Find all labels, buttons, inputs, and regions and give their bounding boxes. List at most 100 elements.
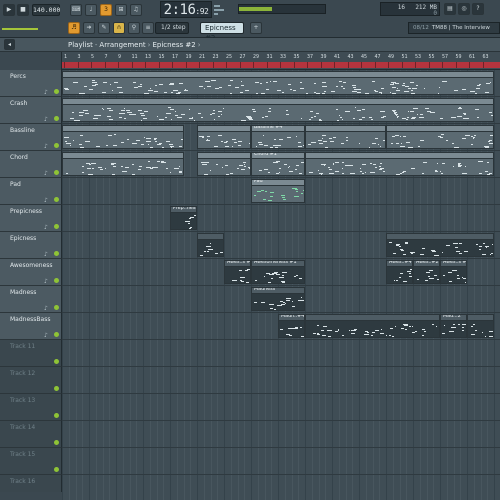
clip-header[interactable]: Bassline #4 <box>252 126 304 132</box>
clip-header[interactable] <box>198 126 250 132</box>
cpu-graph-icon[interactable]: ▤ <box>444 3 456 15</box>
pattern-clip[interactable] <box>467 314 494 338</box>
track-header[interactable]: Percs ♪ <box>0 70 62 97</box>
snap-selector[interactable]: 1/2 step <box>155 22 189 34</box>
track-header[interactable]: MadnessBass ♪ <box>0 313 62 340</box>
track-mute-led-icon[interactable] <box>54 224 59 229</box>
master-volume-meter[interactable] <box>238 4 326 14</box>
magnet-snap-icon[interactable]: ∩ <box>113 22 125 34</box>
pattern-clip[interactable]: Madn..#4 <box>278 314 305 338</box>
track-mute-led-icon[interactable] <box>54 467 59 472</box>
clip-header[interactable] <box>63 126 183 132</box>
draw-tool-icon[interactable]: ✎ <box>98 22 110 34</box>
arrow-tool-icon[interactable]: ➜ <box>83 22 95 34</box>
pattern-clip[interactable] <box>197 125 251 149</box>
clip-header[interactable] <box>63 72 493 78</box>
transport-play-icon[interactable]: ▶ <box>3 4 15 16</box>
track-mute-led-icon[interactable] <box>54 332 59 337</box>
clip-header[interactable] <box>198 153 250 159</box>
time-format-icon[interactable] <box>214 3 234 15</box>
metronome-icon[interactable]: ♩ <box>85 4 97 16</box>
track-header[interactable]: Chord ♪ <box>0 151 62 178</box>
clip-header[interactable] <box>198 234 223 240</box>
pattern-clip[interactable] <box>62 125 184 149</box>
clip-header[interactable]: Awes..#4 <box>387 261 412 267</box>
pattern-clip[interactable]: Awesomeness #1 <box>251 260 305 284</box>
track-header[interactable]: Epicness ♪ <box>0 232 62 259</box>
menu-icon[interactable]: ≡ <box>142 22 154 34</box>
pattern-clip[interactable]: Bassline #4 <box>251 125 305 149</box>
clip-header[interactable] <box>306 315 439 321</box>
help-icon[interactable]: ? <box>472 3 484 15</box>
pattern-clip[interactable] <box>197 233 224 257</box>
clip-header[interactable] <box>63 99 493 105</box>
breadcrumb-root[interactable]: Playlist <box>68 41 93 49</box>
tempo-display[interactable]: 140.000 <box>32 4 60 16</box>
track-mute-led-icon[interactable] <box>54 143 59 148</box>
clip-header[interactable]: Madness <box>252 288 304 294</box>
pattern-clip[interactable] <box>197 152 251 176</box>
playlist-menu-icon[interactable]: ◂ <box>4 39 15 50</box>
pattern-clip[interactable]: Awes..s #1 <box>224 260 251 284</box>
clip-header[interactable]: Awesomeness #1 <box>252 261 304 267</box>
clip-header[interactable] <box>63 153 183 159</box>
clip-header[interactable]: Madn..#4 <box>279 315 304 321</box>
pattern-clip[interactable]: Chord #1 <box>251 152 305 176</box>
clip-header[interactable] <box>306 153 493 159</box>
clip-header[interactable]: Awes..s #1 <box>225 261 250 267</box>
track-mute-led-icon[interactable] <box>54 251 59 256</box>
transport-stop-icon[interactable]: ■ <box>17 4 29 16</box>
add-pattern-icon[interactable]: + <box>250 22 262 34</box>
clip-header[interactable]: Mad...2 <box>441 315 466 321</box>
track-header[interactable]: Awesomeness ♪ <box>0 259 62 286</box>
pattern-clip[interactable] <box>62 71 494 95</box>
timeline-bar[interactable] <box>62 62 500 68</box>
pattern-clip[interactable] <box>386 125 494 149</box>
clip-header[interactable]: Pad <box>252 180 304 186</box>
track-mute-led-icon[interactable] <box>54 278 59 283</box>
track-header[interactable]: Track 12 <box>0 367 62 394</box>
track-header[interactable]: Madness ♪ <box>0 286 62 313</box>
clip-header[interactable] <box>468 315 493 321</box>
clip-header[interactable]: Awes..s #3 <box>441 261 466 267</box>
track-mute-led-icon[interactable] <box>54 116 59 121</box>
pattern-clip[interactable] <box>305 125 386 149</box>
playlist-grid[interactable]: Bassline #4 Chord #1 Pad Prep..ness Awes..s … <box>62 70 500 500</box>
pattern-clip[interactable]: Awes..#2 <box>413 260 440 284</box>
track-mute-led-icon[interactable] <box>54 197 59 202</box>
track-header[interactable]: Pad ♪ <box>0 178 62 205</box>
pattern-clip[interactable]: Awes..#4 <box>386 260 413 284</box>
pattern-clip[interactable] <box>62 152 184 176</box>
track-header[interactable]: Track 14 <box>0 421 62 448</box>
pattern-clip[interactable]: Madness <box>251 287 305 311</box>
typing-keyboard-icon[interactable]: ⌨ <box>70 4 82 16</box>
pattern-clip[interactable] <box>386 233 494 257</box>
timeline-ruler[interactable]: 1 3 5 7 9 11 13 15 17 19 21 23 25 27 29 31 33 35 37 39 41 43 4… <box>62 52 500 70</box>
clip-header[interactable]: Chord #1 <box>252 153 304 159</box>
breadcrumb-pattern[interactable]: Epicness #2 <box>152 41 195 49</box>
pitch-knob-strip[interactable] <box>0 22 60 34</box>
track-header[interactable]: Crash ♪ <box>0 97 62 124</box>
track-header[interactable]: Track 11 <box>0 340 62 367</box>
pattern-clip[interactable] <box>305 314 440 338</box>
clip-header[interactable] <box>387 126 493 132</box>
online-icon[interactable]: ◎ <box>458 3 470 15</box>
breadcrumb-section[interactable]: Arrangement <box>99 41 145 49</box>
track-header[interactable]: Prepicness ♪ <box>0 205 62 232</box>
track-mute-led-icon[interactable] <box>54 386 59 391</box>
pattern-clip[interactable] <box>62 98 494 122</box>
countdown-icon[interactable]: 3 <box>100 4 112 16</box>
clip-header[interactable]: Prep..ness <box>171 207 196 213</box>
pattern-clip[interactable]: Awes..s #3 <box>440 260 467 284</box>
track-mute-led-icon[interactable] <box>54 413 59 418</box>
track-mute-led-icon[interactable] <box>54 305 59 310</box>
pattern-clip[interactable] <box>305 152 494 176</box>
pattern-song-toggle-icon[interactable]: ♬ <box>68 22 80 34</box>
slice-tool-icon[interactable]: ⚲ <box>128 22 140 34</box>
pattern-clip[interactable]: Prep..ness <box>170 206 197 230</box>
clip-header[interactable] <box>306 126 385 132</box>
clip-header[interactable]: Awes..#2 <box>414 261 439 267</box>
track-mute-led-icon[interactable] <box>54 440 59 445</box>
pattern-clip[interactable]: Pad <box>251 179 305 203</box>
step-record-icon[interactable]: ⊞ <box>115 4 127 16</box>
